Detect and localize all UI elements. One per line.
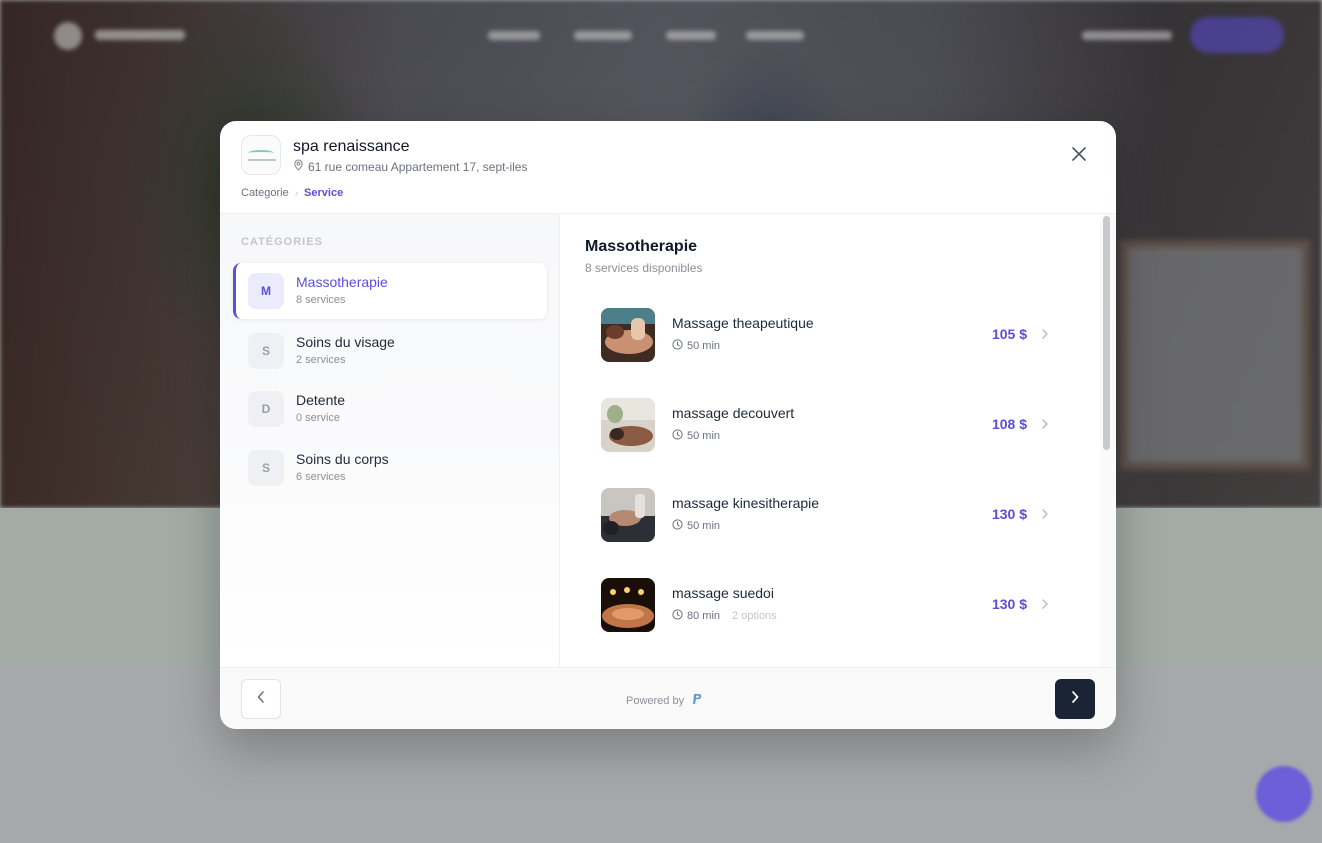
category-item-soins-du-visage[interactable]: S Soins du visage 2 services: [233, 323, 547, 379]
breadcrumb: Categorie › Service: [241, 187, 343, 199]
service-meta: 50 min: [672, 339, 720, 353]
service-row[interactable]: massage kinesitherapie 50 min 130 $: [591, 480, 1061, 550]
service-row[interactable]: Massage theapeutique 50 min 105 $: [591, 300, 1061, 370]
service-price: 130 $: [991, 506, 1027, 522]
service-options: 2 options: [732, 610, 777, 622]
chevron-right-icon: [1070, 690, 1080, 709]
service-meta: 80 min 2 options: [672, 609, 777, 623]
category-count: 8 services: [296, 294, 346, 306]
breadcrumb-service: Service: [304, 187, 344, 199]
back-button[interactable]: [241, 679, 281, 719]
service-price: 108 $: [991, 416, 1027, 432]
background-logo: [54, 22, 82, 50]
provider-logo-icon: [692, 693, 702, 708]
service-image: [601, 488, 655, 542]
service-row[interactable]: massage decouvert 50 min 108 $: [591, 390, 1061, 460]
background-nav-link: [488, 31, 540, 40]
category-count: 0 service: [296, 412, 341, 424]
service-duration: 50 min: [687, 430, 721, 442]
booking-modal: spa renaissance 61 rue comeau Appartemen…: [220, 121, 1116, 729]
background-nav-link: [574, 31, 632, 40]
business-address-text: 61 rue comeau Appartement 17, sept-iles: [308, 159, 528, 174]
category-label: Massotherapie: [296, 274, 388, 290]
chevron-left-icon: [256, 690, 266, 709]
business-address: 61 rue comeau Appartement 17, sept-iles: [293, 159, 527, 174]
scrollbar-thumb[interactable]: [1103, 216, 1110, 450]
services-count: 8 services disponibles: [585, 261, 703, 275]
category-label: Soins du corps: [296, 451, 389, 467]
chevron-right-icon: [1041, 327, 1049, 345]
service-duration: 50 min: [687, 340, 721, 352]
next-button[interactable]: [1055, 679, 1095, 719]
background-navbar: [0, 0, 1322, 70]
modal-footer: Powered by: [220, 667, 1116, 729]
service-meta: 50 min: [672, 429, 720, 443]
service-meta: 50 min: [672, 519, 720, 533]
service-image: [601, 308, 655, 362]
category-initial: M: [248, 273, 284, 309]
service-image: [601, 578, 655, 632]
service-name: massage kinesitherapie: [672, 495, 820, 511]
service-price: 130 $: [991, 596, 1027, 612]
close-icon: [1071, 146, 1087, 167]
background-nav-link: [666, 31, 716, 40]
service-price: 105 $: [991, 326, 1027, 342]
chevron-right-icon: ›: [294, 187, 299, 199]
category-item-detente[interactable]: D Detente 0 service: [233, 381, 547, 437]
category-item-massotherapie[interactable]: M Massotherapie 8 services: [233, 263, 547, 319]
chevron-right-icon: [1041, 417, 1049, 435]
business-name: spa renaissance: [293, 138, 410, 155]
services-pane: Massotherapie 8 services disponibles Mas…: [561, 214, 1101, 667]
service-duration: 80 min: [687, 610, 721, 622]
category-initial: S: [248, 450, 284, 486]
category-label: Soins du visage: [296, 334, 395, 350]
clock-icon: [672, 429, 683, 443]
close-button[interactable]: [1064, 141, 1094, 171]
category-label: Detente: [296, 392, 346, 408]
chevron-right-icon: [1041, 597, 1049, 615]
category-sidebar: CATÉGORIES M Massotherapie 8 services S …: [220, 214, 560, 667]
business-logo: [241, 135, 281, 175]
service-row[interactable]: massage suedoi 80 min 2 options 130 $: [591, 570, 1061, 640]
sidebar-heading: CATÉGORIES: [241, 236, 323, 248]
background-cta-button: [1190, 17, 1284, 53]
category-count: 6 services: [296, 471, 346, 483]
location-pin-icon: [293, 159, 304, 174]
clock-icon: [672, 609, 683, 623]
service-duration: 50 min: [687, 520, 721, 532]
breadcrumb-categorie[interactable]: Categorie: [241, 187, 289, 199]
service-name: Massage theapeutique: [672, 315, 814, 331]
category-title: Massotherapie: [585, 238, 698, 255]
service-name: massage suedoi: [672, 585, 774, 601]
chevron-right-icon: [1041, 507, 1049, 525]
service-image: [601, 398, 655, 452]
category-initial: S: [248, 333, 284, 369]
category-initial: D: [248, 391, 284, 427]
background-window: [1120, 240, 1310, 470]
powered-by-label: Powered by: [626, 694, 685, 707]
background-nav-link: [1082, 31, 1172, 40]
background-nav-link: [746, 31, 804, 40]
clock-icon: [672, 519, 683, 533]
background-brand: [95, 30, 185, 40]
category-item-soins-du-corps[interactable]: S Soins du corps 6 services: [233, 440, 547, 496]
category-count: 2 services: [296, 354, 346, 366]
modal-header: spa renaissance 61 rue comeau Appartemen…: [220, 121, 1116, 214]
background-chat-button: [1256, 766, 1312, 822]
powered-by: Powered by: [626, 693, 702, 708]
clock-icon: [672, 339, 683, 353]
service-name: massage decouvert: [672, 405, 795, 421]
